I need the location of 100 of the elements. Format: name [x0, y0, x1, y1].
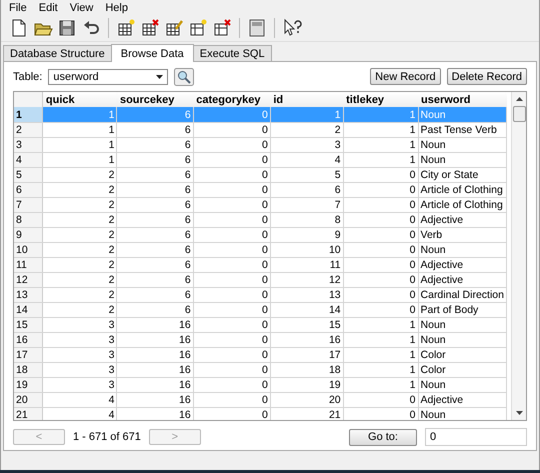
table-cell: 6 [116, 167, 194, 182]
table-cell: Verb [418, 227, 506, 242]
table-dropdown[interactable]: userword [48, 68, 168, 85]
table-row[interactable]: 16 3 16 0 16 1 Noun [14, 332, 511, 348]
scrollbar[interactable] [511, 92, 526, 420]
table-cell: 0 [193, 107, 270, 122]
table-cell: 0 [193, 167, 270, 182]
table-cell: 2 [42, 212, 117, 228]
table-cell: 0 [193, 197, 270, 212]
table-row[interactable]: 9 2 6 0 9 0 Verb [14, 227, 511, 242]
table-cell: 6 [270, 182, 344, 198]
table-star-icon[interactable] [116, 18, 136, 38]
table-row[interactable]: 8 2 6 0 8 0 Adjective [14, 212, 511, 228]
table-cell: 4 [270, 152, 344, 168]
table-cell: 18 [270, 362, 344, 378]
table-cell: 3 [42, 317, 117, 332]
table-row[interactable]: 20 4 16 0 20 0 Adjective [14, 392, 511, 408]
record-button[interactable]: New Record [370, 68, 441, 86]
table-cell: 0 [193, 347, 270, 362]
menu-item[interactable]: File [3, 2, 33, 14]
tab[interactable]: Browse Data [110, 44, 194, 62]
table-row[interactable]: 10 2 6 0 10 0 Noun [14, 242, 511, 258]
table-cell: 0 [343, 287, 418, 302]
row-number: 14 [14, 302, 42, 318]
table-cell: Noun [418, 242, 506, 258]
tab[interactable]: Database Structure [3, 45, 112, 61]
table-cell: 11 [270, 257, 344, 272]
table-row[interactable]: 15 3 16 0 15 1 Noun [14, 317, 511, 332]
table-cell: 0 [193, 182, 270, 198]
record-button[interactable]: Delete Record [446, 68, 527, 86]
table-cell: 16 [116, 392, 194, 408]
index-cross-icon[interactable] [212, 18, 232, 38]
table-row[interactable]: 5 2 6 0 5 0 City or State [14, 167, 511, 182]
row-number: 16 [14, 332, 42, 348]
table-cell: Color [418, 362, 506, 378]
table-cell: 0 [343, 257, 418, 272]
table-cell: 0 [193, 287, 270, 302]
table-row[interactable]: 18 3 16 0 18 1 Color [14, 362, 511, 378]
table-cross-icon[interactable] [140, 18, 160, 38]
table-row[interactable]: 12 2 6 0 12 0 Adjective [14, 272, 511, 288]
save-icon[interactable] [57, 18, 77, 38]
table-cell: 0 [193, 212, 270, 228]
table-cell: City or State [418, 167, 506, 182]
scroll-up-icon[interactable] [516, 97, 522, 102]
menu-item[interactable]: Help [99, 2, 134, 14]
table-cell: 0 [193, 407, 270, 420]
scroll-down-icon[interactable] [516, 410, 522, 415]
menu-item[interactable]: Edit [32, 2, 64, 14]
log-icon[interactable] [247, 18, 267, 38]
table-row[interactable]: 4 1 6 0 4 1 Noun [14, 152, 511, 168]
go-to-button[interactable]: Go to: [349, 428, 417, 446]
table-cell: 6 [116, 212, 194, 228]
table-cell: Noun [418, 152, 506, 168]
table-cell: Past Tense Verb [418, 122, 506, 138]
table-row[interactable]: 13 2 6 0 13 0 Cardinal Direction [14, 287, 511, 302]
table-cell: Adjective [418, 212, 506, 228]
table-cell: 2 [42, 302, 117, 318]
table-row[interactable]: 11 2 6 0 11 0 Adjective [14, 257, 511, 272]
table-row[interactable]: 1 1 6 0 1 1 Noun [14, 107, 511, 122]
table-cell: 1 [343, 377, 418, 392]
table-cell: Adjective [418, 272, 506, 288]
table-cell: 0 [343, 212, 418, 228]
table-cell: 0 [193, 257, 270, 272]
tab[interactable]: Execute SQL [192, 45, 272, 61]
table-cell: 1 [343, 107, 418, 122]
table-row[interactable]: 7 2 6 0 7 0 Article of Clothing [14, 197, 511, 212]
menu-item[interactable]: View [64, 2, 100, 14]
go-to-field[interactable]: 0 [425, 428, 527, 446]
table-cell: 0 [343, 242, 418, 258]
table-row[interactable]: 2 1 6 0 2 1 Past Tense Verb [14, 122, 511, 138]
table-pencil-icon[interactable] [164, 18, 184, 38]
search-icon[interactable] [174, 68, 194, 86]
row-number: 21 [14, 407, 42, 420]
table-row[interactable]: 6 2 6 0 6 0 Article of Clothing [14, 182, 511, 198]
table-row[interactable]: 21 4 16 0 21 0 Noun [14, 407, 511, 420]
row-number: 6 [14, 182, 42, 198]
table-cell: Article of Clothing [418, 197, 506, 212]
table-cell: 2 [42, 182, 117, 198]
table-cell: 0 [343, 182, 418, 198]
scroll-thumb[interactable] [512, 106, 526, 122]
table-cell: Part of Body [418, 302, 506, 318]
table-cell: 0 [193, 152, 270, 168]
record-range: 1 - 671 of 671 [73, 431, 141, 444]
row-number: 4 [14, 152, 42, 168]
table-cell: Noun [418, 377, 506, 392]
table-cell: 1 [42, 122, 117, 138]
table-row[interactable]: 17 3 16 0 17 1 Color [14, 347, 511, 362]
table-cell: 2 [270, 122, 344, 138]
table-cell: 0 [343, 272, 418, 288]
table-cell: 6 [116, 182, 194, 198]
table-cell: 2 [42, 272, 117, 288]
row-number: 15 [14, 317, 42, 332]
row-number: 11 [14, 257, 42, 272]
index-star-icon[interactable] [188, 18, 208, 38]
column-header[interactable]: id [273, 94, 284, 106]
table-row[interactable]: 3 1 6 0 3 1 Noun [14, 137, 511, 152]
table-row[interactable]: 14 2 6 0 14 0 Part of Body [14, 302, 511, 318]
whats-this-icon[interactable] [282, 18, 302, 38]
table-cell: 0 [343, 227, 418, 242]
table-row[interactable]: 19 3 16 0 19 1 Noun [14, 377, 511, 392]
